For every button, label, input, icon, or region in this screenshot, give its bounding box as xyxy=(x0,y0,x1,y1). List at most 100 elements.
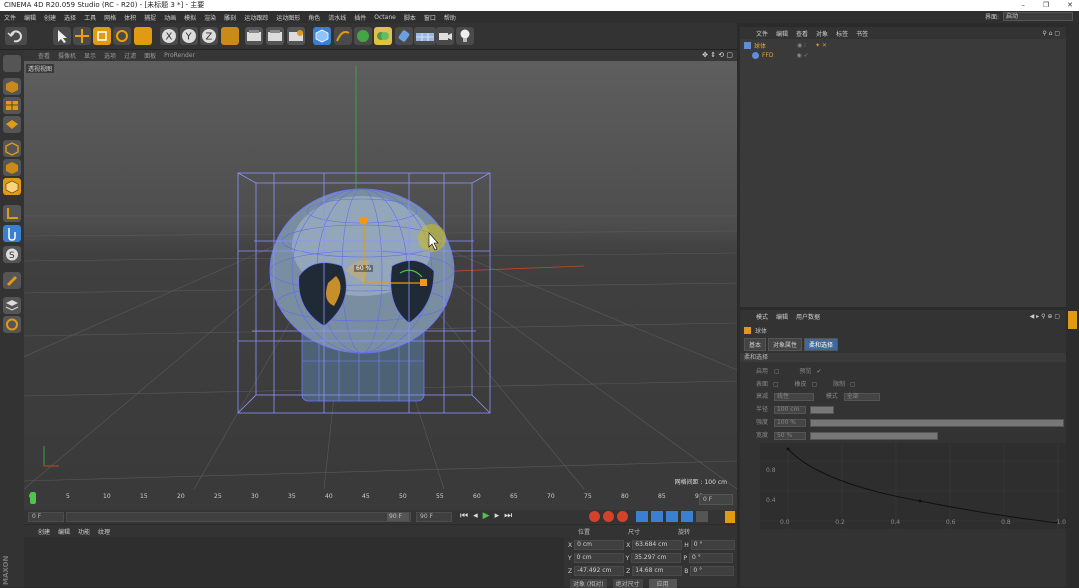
end-frame-field[interactable]: 0 F xyxy=(699,494,733,505)
menu-character[interactable]: 角色 xyxy=(308,13,320,22)
floor-icon[interactable] xyxy=(414,27,436,45)
visibility-dots-icon[interactable]: ◉ ⁝ xyxy=(797,42,806,49)
view-name-label[interactable]: 透视视图 xyxy=(26,64,55,73)
attr-menu-userdata[interactable]: 用户数据 xyxy=(796,312,820,321)
menu-plugins[interactable]: 插件 xyxy=(354,13,366,22)
size-y-field[interactable]: 35.297 cm xyxy=(631,553,682,563)
radius-field[interactable]: 100 cm xyxy=(773,405,806,414)
subdivision-icon[interactable] xyxy=(354,27,372,45)
start-frame-field[interactable]: 0 F xyxy=(28,512,64,522)
size-z-field[interactable]: 14.68 cm xyxy=(632,566,683,576)
restrict-checkbox[interactable]: ▢ xyxy=(850,381,856,388)
texture-mode-icon[interactable] xyxy=(3,78,21,95)
menu-simulate[interactable]: 模拟 xyxy=(184,13,196,22)
y-axis-icon[interactable]: Y xyxy=(180,27,198,45)
timeline-menu-icon[interactable] xyxy=(725,511,735,523)
rotate-icon[interactable] xyxy=(113,27,131,45)
key-pla-icon[interactable] xyxy=(696,511,708,522)
om-menu-bookmarks[interactable]: 书签 xyxy=(856,29,868,38)
spiral-icon[interactable] xyxy=(3,316,21,333)
undo-icon[interactable] xyxy=(5,27,27,45)
go-to-end-icon[interactable]: ⏭ xyxy=(504,511,512,521)
menu-animate[interactable]: 动画 xyxy=(164,13,176,22)
menu-file[interactable]: 文件 xyxy=(4,13,16,22)
step-back-icon[interactable]: ◂ xyxy=(473,511,478,521)
menu-pipeline[interactable]: 流水线 xyxy=(328,13,346,22)
tab-basic[interactable]: 基本 xyxy=(744,338,767,351)
strength-field[interactable]: 100 % xyxy=(773,418,806,427)
move-icon[interactable] xyxy=(73,27,91,45)
x-axis-icon[interactable]: X xyxy=(160,27,178,45)
menu-mograph[interactable]: 运动图形 xyxy=(276,13,300,22)
polygons-mode-icon[interactable] xyxy=(3,178,21,195)
tweak-mode-icon[interactable] xyxy=(3,225,21,242)
light-icon[interactable] xyxy=(456,27,474,45)
attr-menu-mode[interactable]: 模式 xyxy=(756,312,768,321)
autokey-icon[interactable] xyxy=(603,511,614,522)
viewport-menu-filter[interactable]: 过滤 xyxy=(124,51,136,60)
object-row[interactable]: FFD ◉ ✓ xyxy=(752,52,809,59)
rubber-checkbox[interactable]: ▢ xyxy=(811,381,817,388)
workplane-lock-icon[interactable] xyxy=(3,297,21,314)
render-picture-viewer-icon[interactable] xyxy=(266,27,284,45)
menu-help[interactable]: 帮助 xyxy=(444,13,456,22)
render-settings-icon[interactable] xyxy=(287,27,305,45)
snap-icon[interactable]: S xyxy=(3,246,21,263)
menu-sculpt[interactable]: 雕刻 xyxy=(224,13,236,22)
rotation-b-field[interactable]: 0 ° xyxy=(690,566,735,576)
array-icon[interactable] xyxy=(374,27,392,45)
menu-mesh[interactable]: 网格 xyxy=(104,13,116,22)
tab-soft-selection[interactable]: 柔和选择 xyxy=(804,338,839,351)
live-select-icon[interactable] xyxy=(134,27,152,45)
timeline-ruler[interactable]: 051015202530354045505560657075808590 0 F xyxy=(24,489,737,510)
width-field[interactable]: 50 % xyxy=(773,431,806,440)
om-search-icon[interactable]: ⚲ ⌂ ▢ xyxy=(1042,30,1060,37)
end-range-field[interactable]: 90 F xyxy=(416,512,452,522)
camera-icon[interactable] xyxy=(436,27,454,45)
attr-nav-icon[interactable]: ◀ ▸ ⚲ ⊕ ▢ xyxy=(1030,313,1060,320)
frame-range-slider[interactable]: 90 F xyxy=(66,512,411,522)
maximize-button[interactable]: ❐ xyxy=(1043,0,1049,11)
rotation-p-field[interactable]: 0 ° xyxy=(688,553,733,563)
render-view-icon[interactable] xyxy=(245,27,263,45)
viewport-3d[interactable]: 透视视图 60 % 网格间距 : 100 cm xyxy=(24,61,737,489)
shape-select[interactable]: 全部 xyxy=(843,392,880,401)
position-y-field[interactable]: 0 cm xyxy=(573,553,624,563)
step-forward-icon[interactable]: ▸ xyxy=(495,511,500,521)
rotation-h-field[interactable]: 0 ° xyxy=(690,540,735,550)
radius-slider[interactable] xyxy=(809,405,834,414)
om-menu-edit[interactable]: 编辑 xyxy=(776,29,788,38)
viewport-nav-icon[interactable]: ✥ ⇕ ⟲ ▢ xyxy=(702,51,733,59)
viewport-menu-camera[interactable]: 摄像机 xyxy=(58,51,76,60)
enable-checkbox[interactable]: ▢ xyxy=(774,368,780,375)
key-parameter-icon[interactable] xyxy=(681,511,693,522)
om-menu-object[interactable]: 对象 xyxy=(816,29,828,38)
select-arrow-icon[interactable] xyxy=(53,27,71,45)
menu-window[interactable]: 窗口 xyxy=(424,13,436,22)
close-button[interactable]: ✕ xyxy=(1067,0,1073,11)
om-menu-file[interactable]: 文件 xyxy=(756,29,768,38)
preview-checkbox[interactable]: ✓ xyxy=(816,368,821,375)
points-mode-icon[interactable] xyxy=(3,140,21,157)
menu-tools[interactable]: 工具 xyxy=(84,13,96,22)
object-name[interactable]: 球体 xyxy=(754,41,766,50)
menu-create[interactable]: 创建 xyxy=(44,13,56,22)
gizmo-handle-x[interactable] xyxy=(420,279,427,286)
material-menu-create[interactable]: 创建 xyxy=(38,527,50,536)
object-name[interactable]: FFD xyxy=(762,52,774,59)
surface-checkbox[interactable]: ▢ xyxy=(773,381,779,388)
viewport-menu-prorender[interactable]: ProRender xyxy=(164,52,195,59)
key-position-icon[interactable] xyxy=(636,511,648,522)
record-icon[interactable] xyxy=(589,511,600,522)
attributes-tab[interactable] xyxy=(1068,311,1077,329)
menu-edit[interactable]: 编辑 xyxy=(24,13,36,22)
play-icon[interactable]: ▶ xyxy=(483,511,490,521)
coordinate-system-icon[interactable] xyxy=(221,27,239,45)
gizmo-handle-y[interactable] xyxy=(360,217,367,224)
viewport-menu-options[interactable]: 选项 xyxy=(104,51,116,60)
tag-icon[interactable]: ✦ ✕ xyxy=(815,42,827,49)
workplane-icon[interactable] xyxy=(3,97,21,114)
falloff-curve-graph[interactable]: 0.8 0.4 xyxy=(760,443,1066,529)
deformer-icon[interactable] xyxy=(395,27,413,45)
size-x-field[interactable]: 63.684 cm xyxy=(632,540,683,550)
